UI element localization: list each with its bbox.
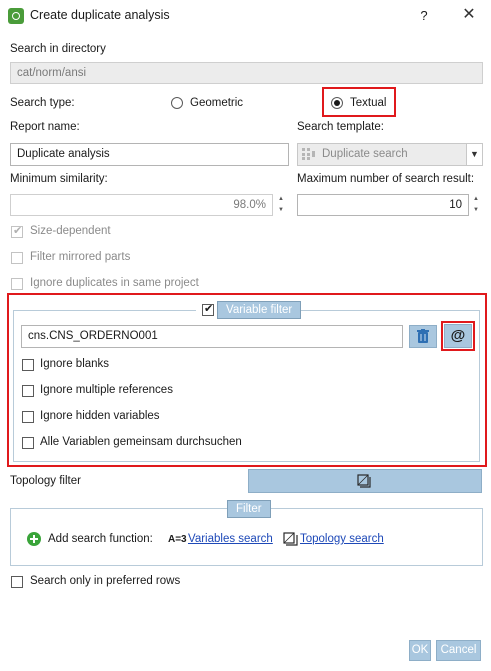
topology-search-link[interactable]: Topology search [300, 533, 384, 545]
spin-down-icon[interactable]: ▼ [470, 205, 482, 216]
textual-radio-label[interactable]: Textual [350, 97, 386, 109]
spin-down-icon[interactable]: ▼ [275, 205, 287, 216]
topology-filter-label: Topology filter [10, 475, 81, 487]
max-results-label: Maximum number of search result: [297, 173, 475, 185]
report-name-input[interactable]: Duplicate analysis [10, 143, 289, 166]
topology-icon [356, 473, 372, 489]
ignore-blanks-label: Ignore blanks [40, 358, 110, 370]
ignore-hidden-variables-checkbox[interactable] [22, 411, 34, 423]
min-similarity-spinner[interactable]: ▲ ▼ [275, 194, 287, 216]
trash-icon [416, 329, 430, 344]
filter-mirrored-label: Filter mirrored parts [30, 251, 131, 263]
at-button[interactable]: @ [444, 324, 472, 348]
textual-radio[interactable] [331, 97, 343, 109]
filter-legend: Filter [227, 500, 271, 518]
template-grid-icon [302, 148, 316, 160]
max-results-spinner[interactable]: ▲ ▼ [470, 194, 482, 216]
ignore-blanks-checkbox[interactable] [22, 359, 34, 371]
checkmark-icon: ✔ [204, 303, 214, 315]
search-template-value: Duplicate search [322, 148, 408, 160]
chevron-down-icon[interactable]: ▼ [466, 144, 482, 165]
size-dependent-checkbox[interactable]: ✔ [11, 225, 23, 238]
ignore-multiple-references-checkbox[interactable] [22, 385, 34, 397]
search-all-variables-label: Alle Variablen gemeinsam durchsuchen [40, 436, 242, 448]
topology-search-icon [283, 531, 299, 547]
variable-filter-input[interactable]: cns.CNS_ORDERNO001 [21, 325, 403, 348]
ignore-multiple-references-label: Ignore multiple references [40, 384, 173, 396]
report-name-label: Report name: [10, 121, 80, 133]
directory-label: Search in directory [10, 43, 106, 55]
geometric-radio[interactable] [171, 97, 183, 109]
close-button[interactable]: ✕ [457, 4, 481, 26]
ignore-hidden-variables-label: Ignore hidden variables [40, 410, 160, 422]
add-icon [27, 532, 41, 546]
search-all-variables-checkbox[interactable] [22, 437, 34, 449]
app-icon [8, 8, 24, 24]
preferred-rows-checkbox[interactable] [11, 576, 23, 588]
search-type-label: Search type: [10, 97, 75, 109]
window-title: Create duplicate analysis [30, 8, 170, 22]
checkmark-icon: ✔ [13, 225, 23, 237]
search-template-label: Search template: [297, 121, 384, 133]
help-button[interactable]: ? [414, 6, 434, 26]
size-dependent-label: Size-dependent [30, 225, 111, 237]
preferred-rows-label: Search only in preferred rows [30, 575, 181, 587]
variables-search-link[interactable]: Variables search [188, 533, 273, 545]
cancel-button[interactable]: Cancel [436, 640, 481, 661]
directory-field[interactable]: cat/norm/ansi [10, 62, 483, 84]
min-similarity-label: Minimum similarity: [10, 173, 108, 185]
geometric-radio-label[interactable]: Geometric [190, 97, 243, 109]
add-search-function-label: Add search function: [48, 533, 153, 545]
ignore-duplicates-checkbox[interactable] [11, 278, 23, 290]
ignore-duplicates-label: Ignore duplicates in same project [30, 277, 199, 289]
min-similarity-input[interactable]: 98.0% [10, 194, 273, 216]
filter-mirrored-checkbox[interactable] [11, 252, 23, 264]
max-results-input[interactable]: 10 [297, 194, 469, 216]
ok-button[interactable]: OK [409, 640, 431, 661]
spin-up-icon[interactable]: ▲ [275, 194, 287, 205]
variable-filter-legend: Variable filter [217, 301, 302, 319]
spin-up-icon[interactable]: ▲ [470, 194, 482, 205]
variables-search-icon: A=3 [168, 534, 187, 545]
variable-filter-checkbox[interactable]: ✔ [202, 303, 214, 316]
